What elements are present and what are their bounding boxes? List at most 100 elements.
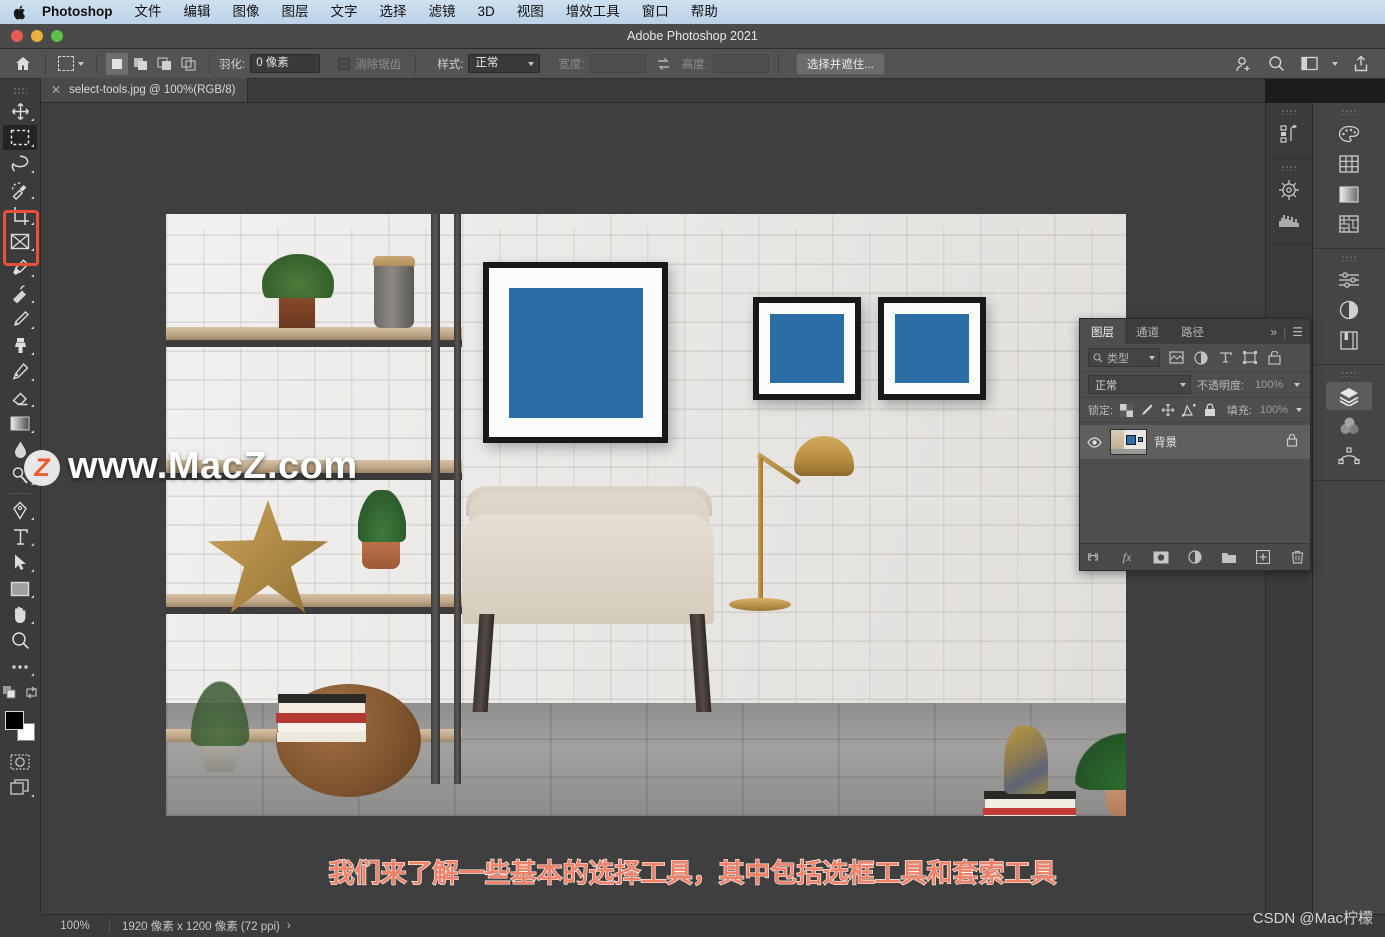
filter-toggle-icon[interactable] xyxy=(1290,348,1302,367)
eye-icon[interactable] xyxy=(1086,436,1103,448)
close-window-button[interactable] xyxy=(11,30,23,42)
history-icon[interactable] xyxy=(1274,120,1304,148)
height-input[interactable] xyxy=(712,54,769,73)
lasso-tool[interactable] xyxy=(3,151,37,176)
path-selection-tool[interactable] xyxy=(3,550,37,575)
filter-adjustment-icon[interactable] xyxy=(1192,349,1208,366)
new-selection-icon[interactable] xyxy=(106,52,128,75)
zoom-level[interactable]: 100% xyxy=(41,920,109,932)
menu-item-photoshop[interactable]: Photoshop xyxy=(40,0,124,24)
color-palette-icon[interactable] xyxy=(1334,120,1364,148)
intersect-selection-icon[interactable] xyxy=(178,53,200,75)
layer-style-icon[interactable]: fx xyxy=(1119,549,1136,566)
panel-grip[interactable] xyxy=(1341,109,1357,115)
document-tab[interactable]: ✕ select-tools.jpg @ 100%(RGB/8) xyxy=(41,78,249,102)
swap-dimensions-icon[interactable] xyxy=(655,55,673,73)
minimize-window-button[interactable] xyxy=(31,30,43,42)
feather-input[interactable]: 0 像素 xyxy=(250,54,321,73)
lock-position-icon[interactable] xyxy=(1161,402,1175,419)
close-icon[interactable]: ✕ xyxy=(51,84,61,96)
document-dimensions[interactable]: 1920 像素 x 1200 像素 (72 ppi) › xyxy=(110,918,291,934)
menu-item-type[interactable]: 文字 xyxy=(320,0,369,24)
default-colors-icon[interactable] xyxy=(2,686,16,704)
menu-item-select[interactable]: 选择 xyxy=(369,0,418,24)
gradients-icon[interactable] xyxy=(1334,180,1364,208)
lock-all-icon[interactable] xyxy=(1203,402,1216,419)
menu-item-image[interactable]: 图像 xyxy=(222,0,271,24)
swap-colors-icon[interactable] xyxy=(25,686,38,704)
pen-tool[interactable] xyxy=(3,498,37,523)
account-icon[interactable] xyxy=(1233,54,1253,74)
histogram-icon[interactable] xyxy=(1274,206,1304,234)
subtract-from-selection-icon[interactable] xyxy=(154,53,176,75)
menu-item-file[interactable]: 文件 xyxy=(124,0,173,24)
eyedropper-tool[interactable] xyxy=(3,255,37,280)
new-group-icon[interactable] xyxy=(1221,549,1238,566)
frame-tool[interactable] xyxy=(3,229,37,254)
fill-value[interactable]: 100% xyxy=(1259,401,1289,420)
opacity-caret-icon[interactable] xyxy=(1294,382,1301,387)
document-image[interactable] xyxy=(166,214,1126,816)
menu-item-plugins[interactable]: 增效工具 xyxy=(555,0,631,24)
fill-caret-icon[interactable] xyxy=(1295,408,1302,412)
adjustment-layer-icon[interactable] xyxy=(1187,549,1204,566)
tab-layers[interactable]: 图层 xyxy=(1080,319,1125,344)
opacity-value[interactable]: 100% xyxy=(1250,375,1288,394)
panel-grip[interactable] xyxy=(1281,165,1297,171)
crop-tool[interactable] xyxy=(3,203,37,228)
lock-icon[interactable] xyxy=(1286,433,1304,452)
width-input[interactable] xyxy=(589,54,646,73)
panel-grip[interactable] xyxy=(1341,255,1357,261)
channels-icon[interactable] xyxy=(1334,412,1364,440)
move-tool[interactable] xyxy=(3,99,37,124)
menu-item-layer[interactable]: 图层 xyxy=(271,0,320,24)
gradient-tool[interactable] xyxy=(3,411,37,436)
blur-tool[interactable] xyxy=(3,437,37,462)
layer-row-background[interactable]: 背景 xyxy=(1080,425,1310,459)
layer-thumbnail[interactable] xyxy=(1110,429,1147,455)
panel-grip[interactable] xyxy=(1281,109,1297,115)
workspace-icon[interactable] xyxy=(1299,54,1319,74)
hand-tool[interactable] xyxy=(3,602,37,627)
new-layer-icon[interactable] xyxy=(1255,549,1272,566)
filter-type-select[interactable]: 类型 xyxy=(1088,348,1161,367)
select-and-mask-button[interactable]: 选择并遮住... xyxy=(795,52,885,75)
menu-item-3d[interactable]: 3D xyxy=(467,0,506,24)
antialias-checkbox[interactable] xyxy=(338,57,351,70)
tab-paths[interactable]: 路径 xyxy=(1170,319,1215,344)
adjustments-icon[interactable] xyxy=(1334,266,1364,294)
swatches-icon[interactable] xyxy=(1334,150,1364,178)
delete-layer-icon[interactable] xyxy=(1289,549,1306,566)
blend-mode-select[interactable]: 正常 xyxy=(1088,375,1191,394)
rectangle-tool[interactable] xyxy=(3,576,37,601)
filter-pixel-icon[interactable] xyxy=(1168,349,1184,366)
dodge-tool[interactable] xyxy=(3,463,37,488)
panel-grip[interactable] xyxy=(1341,371,1357,377)
workspace-caret-icon[interactable] xyxy=(1332,61,1338,66)
brush-tool[interactable] xyxy=(3,307,37,332)
active-tool-preset[interactable] xyxy=(55,53,87,75)
adjustment-half-icon[interactable] xyxy=(1334,296,1364,324)
rectangular-marquee-tool[interactable] xyxy=(3,125,37,150)
menu-item-view[interactable]: 视图 xyxy=(506,0,555,24)
clone-stamp-tool[interactable] xyxy=(3,333,37,358)
lock-image-icon[interactable] xyxy=(1140,402,1154,419)
layer-mask-icon[interactable] xyxy=(1153,549,1170,566)
paths-icon[interactable] xyxy=(1334,442,1364,470)
foreground-color-swatch[interactable] xyxy=(5,711,24,730)
navigator-icon[interactable] xyxy=(1274,176,1304,204)
layer-name[interactable]: 背景 xyxy=(1154,434,1177,450)
lock-artboard-icon[interactable] xyxy=(1182,402,1196,419)
link-layers-icon[interactable] xyxy=(1085,549,1102,566)
history-brush-tool[interactable] xyxy=(3,359,37,384)
filter-shape-icon[interactable] xyxy=(1241,349,1257,366)
menu-item-window[interactable]: 窗口 xyxy=(631,0,680,24)
menu-item-filter[interactable]: 滤镜 xyxy=(418,0,467,24)
panel-menu-icon[interactable]: ☰ xyxy=(1292,325,1303,339)
libraries-icon[interactable] xyxy=(1334,326,1364,354)
layers-icon[interactable] xyxy=(1326,382,1372,410)
spot-healing-brush-tool[interactable] xyxy=(3,281,37,306)
quick-mask-icon[interactable] xyxy=(3,749,37,774)
tab-channels[interactable]: 通道 xyxy=(1125,319,1170,344)
layers-list[interactable]: 背景 xyxy=(1080,423,1310,543)
